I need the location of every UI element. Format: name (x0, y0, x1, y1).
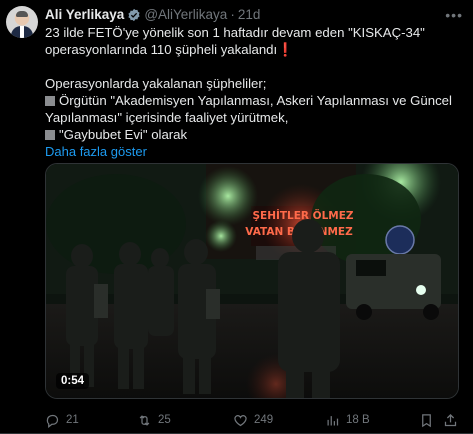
reply-count: 21 (66, 414, 79, 426)
tweet-header: Ali Yerlikaya @AliYerlikaya · 21d ••• (45, 6, 463, 24)
bookmark-button[interactable] (419, 410, 440, 430)
square-bullet-icon (45, 130, 55, 140)
views-chart-icon (327, 415, 339, 425)
tweet-text-line: operasyonlarında 110 şüpheli yakalandı❗ (45, 41, 463, 58)
tweet-text-line: Operasyonlarda yakalanan şüpheliler; (45, 76, 267, 91)
like-button[interactable]: 249 (233, 410, 273, 430)
tweet-timestamp[interactable]: 21d (238, 6, 261, 24)
tweet-text-line: Yapılanması" içerisinde faaliyet yürütme… (45, 110, 289, 125)
video-thumbnail: ŞEHİTLER ÖLMEZ VATAN BÖLÜNMEZ (46, 164, 458, 398)
show-more-link[interactable]: Daha fazla göster (45, 143, 463, 160)
share-button[interactable] (443, 410, 464, 430)
avatar[interactable] (6, 6, 38, 38)
video-player[interactable]: ŞEHİTLER ÖLMEZ VATAN BÖLÜNMEZ (45, 163, 459, 399)
bookmark-icon (422, 413, 431, 427)
tweet-text-line: 23 ilde FETÖ'ye yönelik son 1 haftadır d… (45, 25, 425, 40)
tweet-text-fragment: "Gaybubet Evi" olarak (59, 127, 188, 142)
exclamation-emoji-icon: ❗ (277, 42, 294, 57)
action-bar: 21 25 249 18 B (45, 410, 459, 430)
author-name[interactable]: Ali Yerlikaya (45, 6, 124, 24)
reply-icon (46, 414, 59, 428)
retweet-icon (139, 414, 150, 426)
video-duration: 0:54 (56, 373, 90, 389)
tweet-text-line: Örgütün "Akademisyen Yapılanması, Askeri… (45, 92, 463, 109)
views-button[interactable]: 18 B (325, 410, 370, 430)
retweet-count: 25 (158, 414, 171, 426)
square-bullet-icon (45, 96, 55, 106)
tweet-content: Ali Yerlikaya @AliYerlikaya · 21d ••• 23… (45, 6, 463, 428)
like-count: 249 (254, 414, 274, 426)
separator-dot: · (230, 7, 235, 22)
tweet[interactable]: Ali Yerlikaya @AliYerlikaya · 21d ••• 23… (0, 0, 473, 434)
tweet-text: 23 ilde FETÖ'ye yönelik son 1 haftadır d… (45, 24, 463, 160)
reply-button[interactable]: 21 (45, 410, 79, 430)
verified-badge-icon (128, 8, 140, 22)
author-handle[interactable]: @AliYerlikaya (144, 6, 227, 24)
share-icon (444, 413, 457, 426)
heart-icon (234, 414, 247, 426)
avatar-hair (16, 11, 28, 17)
tweet-text-fragment: operasyonlarında 110 şüpheli yakalandı (45, 42, 278, 57)
more-options-icon[interactable]: ••• (445, 6, 463, 24)
tweet-text-line: "Gaybubet Evi" olarak (45, 126, 463, 143)
view-count: 18 B (346, 414, 370, 426)
retweet-button[interactable]: 25 (137, 410, 171, 430)
tweet-text-fragment: Örgütün "Akademisyen Yapılanması, Askeri… (59, 93, 452, 108)
avatar-shirt (20, 26, 24, 38)
